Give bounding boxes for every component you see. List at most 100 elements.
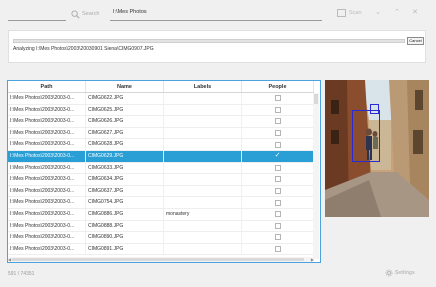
people-checkbox[interactable] <box>274 118 281 125</box>
labels-cell <box>164 243 242 255</box>
path-cell: I:\Mes Photos\2003\2003-0... <box>8 116 86 127</box>
people-checkbox[interactable] <box>274 246 281 253</box>
people-cell <box>242 116 314 127</box>
scroll-left-icon[interactable]: ◀ <box>8 257 11 262</box>
path-cell: I:\Mes Photos\2003\2003-0... <box>8 197 86 208</box>
table-row[interactable]: I:\Mes Photos\2003\2003-0... CIMG0890.JPG <box>8 232 314 244</box>
labels-cell <box>164 185 242 197</box>
people-checkbox[interactable] <box>274 199 281 206</box>
people-cell <box>242 174 314 185</box>
name-cell: CIMG0627.JPG <box>86 127 164 139</box>
horizontal-scroll-thumb[interactable] <box>12 258 304 261</box>
labels-cell <box>164 116 242 127</box>
table-row[interactable]: I:\Mes Photos\2003\2003-0... CIMG0626.JPG <box>8 116 314 128</box>
name-cell: CIMG0637.JPG <box>86 185 164 197</box>
table-row[interactable]: I:\Mes Photos\2003\2003-0... CIMG0622.JPG <box>8 93 314 105</box>
path-cell: I:\Mes Photos\2003\2003-0... <box>8 185 86 197</box>
people-checkbox[interactable] <box>274 211 281 218</box>
close-icon[interactable]: ✕ <box>410 9 420 17</box>
people-cell <box>242 232 314 243</box>
labels-cell <box>164 139 242 150</box>
vertical-scroll-thumb[interactable] <box>314 94 318 104</box>
table-row[interactable]: I:\Mes Photos\2003\2003-0... CIMG0625.JPG <box>8 104 314 117</box>
people-cell <box>242 139 314 150</box>
people-checkbox[interactable] <box>274 141 281 148</box>
people-checkbox[interactable] <box>274 106 281 113</box>
column-header-people[interactable]: People <box>242 81 314 92</box>
people-cell <box>242 162 314 174</box>
search-button[interactable]: Search <box>71 8 99 20</box>
result-count: 591 / 74351 <box>8 271 35 277</box>
folder-path-input[interactable]: I:\Mes Photos <box>110 8 322 21</box>
name-cell: CIMG0629.JPG <box>86 150 164 162</box>
progress-panel: Cancel Analyzing I:\Mes Photos\2003\2003… <box>8 30 426 63</box>
column-header-path[interactable]: Path <box>8 81 86 92</box>
name-cell: CIMG0754.JPG <box>86 197 164 208</box>
people-cell <box>242 127 314 139</box>
path-cell: I:\Mes Photos\2003\2003-0... <box>8 139 86 150</box>
name-cell: CIMG0888.JPG <box>86 220 164 232</box>
people-checkbox[interactable]: ✓ <box>275 152 281 159</box>
results-table: Path Name Labels People I:\Mes Photos\20… <box>7 80 321 263</box>
scan-label: Scan <box>349 10 362 16</box>
path-cell: I:\Mes Photos\2003\2003-0... <box>8 162 86 174</box>
analyzing-status: Analyzing I:\Mes Photos\2003\20030901 Si… <box>13 46 154 52</box>
labels-cell <box>164 127 242 139</box>
search-label: Search <box>82 11 100 17</box>
path-cell: I:\Mes Photos\2003\2003-0... <box>8 150 86 162</box>
table-row[interactable]: I:\Mes Photos\2003\2003-0... CIMG0628.JPG <box>8 139 314 151</box>
labels-cell: monastery <box>164 208 242 220</box>
table-row[interactable]: I:\Mes Photos\2003\2003-0... CIMG0633.JPG <box>8 162 314 175</box>
table-row[interactable]: I:\Mes Photos\2003\2003-0... CIMG0891.JPG <box>8 243 314 256</box>
labels-cell <box>164 104 242 116</box>
column-header-name[interactable]: Name <box>86 81 164 92</box>
scan-icon <box>337 9 346 17</box>
table-row[interactable]: I:\Mes Photos\2003\2003-0... CIMG0754.JPG <box>8 197 314 209</box>
table-row[interactable]: I:\Mes Photos\2003\2003-0... CIMG0886.JPG… <box>8 208 314 221</box>
search-icon <box>71 9 80 19</box>
labels-cell <box>164 150 242 162</box>
scan-button[interactable]: Scan <box>337 9 362 17</box>
labels-cell <box>164 197 242 208</box>
path-cell: I:\Mes Photos\2003\2003-0... <box>8 127 86 139</box>
table-row[interactable]: I:\Mes Photos\2003\2003-0... CIMG0888.JPG <box>8 220 314 233</box>
face-detection-box <box>352 110 380 162</box>
people-checkbox[interactable] <box>274 176 281 183</box>
chevron-down-icon[interactable]: ⌄ <box>373 9 383 17</box>
people-cell <box>242 104 314 116</box>
people-checkbox[interactable] <box>274 222 281 229</box>
labels-cell <box>164 93 242 104</box>
chevron-up-icon[interactable]: ⌃ <box>392 9 402 17</box>
people-checkbox[interactable] <box>274 234 281 241</box>
path-cell: I:\Mes Photos\2003\2003-0... <box>8 243 86 255</box>
people-checkbox[interactable] <box>274 130 281 137</box>
table-body: I:\Mes Photos\2003\2003-0... CIMG0622.JPG… <box>8 93 314 256</box>
filter-input[interactable] <box>8 20 66 21</box>
scroll-right-icon[interactable]: ▶ <box>311 257 314 262</box>
labels-cell <box>164 232 242 243</box>
path-cell: I:\Mes Photos\2003\2003-0... <box>8 220 86 232</box>
name-cell: CIMG0891.JPG <box>86 243 164 255</box>
people-cell: ✓ <box>242 150 314 162</box>
name-cell: CIMG0626.JPG <box>86 116 164 127</box>
settings-button[interactable]: Settings <box>385 269 415 277</box>
cancel-button[interactable]: Cancel <box>407 37 424 45</box>
horizontal-scrollbar[interactable]: ◀ ▶ <box>8 257 314 262</box>
column-header-labels[interactable]: Labels <box>164 81 242 92</box>
people-cell <box>242 243 314 255</box>
labels-cell <box>164 162 242 174</box>
labels-cell <box>164 220 242 232</box>
name-cell: CIMG0890.JPG <box>86 232 164 243</box>
table-row[interactable]: I:\Mes Photos\2003\2003-0... CIMG0634.JPG <box>8 174 314 186</box>
table-row[interactable]: I:\Mes Photos\2003\2003-0... CIMG0629.JPG… <box>8 150 314 163</box>
table-row[interactable]: I:\Mes Photos\2003\2003-0... CIMG0637.JPG <box>8 185 314 198</box>
people-checkbox[interactable] <box>274 188 281 195</box>
people-cell <box>242 185 314 197</box>
photo-preview <box>325 80 429 217</box>
table-header: Path Name Labels People <box>8 81 314 93</box>
people-checkbox[interactable] <box>274 95 281 102</box>
people-checkbox[interactable] <box>274 164 281 171</box>
path-cell: I:\Mes Photos\2003\2003-0... <box>8 104 86 116</box>
vertical-scrollbar[interactable] <box>313 93 319 259</box>
table-row[interactable]: I:\Mes Photos\2003\2003-0... CIMG0627.JPG <box>8 127 314 140</box>
